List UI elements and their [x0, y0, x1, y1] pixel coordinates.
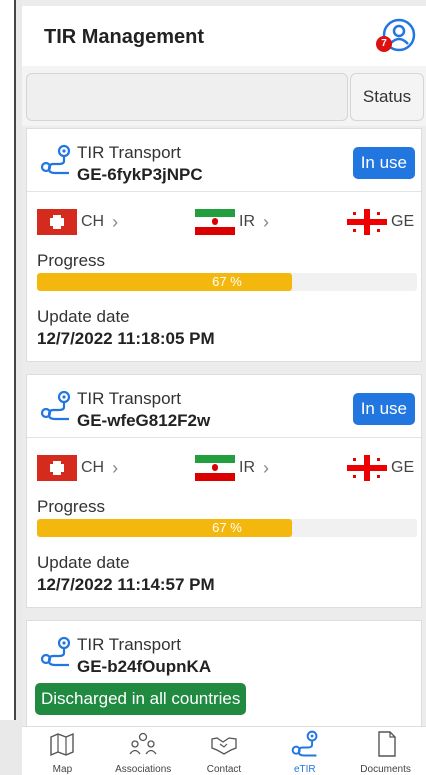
progress-label: Progress — [37, 251, 106, 270]
route-icon — [40, 636, 71, 667]
status-filter-button[interactable]: Status — [350, 73, 424, 121]
georgia-flag-icon — [347, 455, 387, 481]
country-destination: GE — [347, 455, 414, 481]
transport-id: GE-wfeG812F2w — [77, 411, 211, 430]
country-transit: IR › — [195, 455, 269, 481]
status-badge: In use — [352, 147, 415, 179]
progress-label: Progress — [37, 497, 106, 516]
user-avatar-button[interactable]: 7 — [376, 18, 416, 52]
country-code: CH — [81, 459, 105, 476]
route-icon — [40, 144, 71, 175]
iran-flag-icon — [195, 209, 235, 235]
georgia-flag-icon — [347, 209, 387, 235]
transport-card[interactable]: TIR Transport GE-b24fOupnKA Discharged i… — [26, 620, 422, 732]
country-origin: CH › — [37, 455, 118, 481]
card-title: TIR Transport — [77, 143, 181, 162]
nav-label: Associations — [115, 764, 172, 775]
card-title: TIR Transport — [77, 635, 181, 654]
country-code: GE — [391, 213, 415, 230]
divider — [27, 437, 421, 438]
status-badge: Discharged in all countries — [35, 683, 247, 715]
document-icon — [377, 731, 396, 757]
country-code: GE — [391, 459, 415, 476]
country-destination: GE — [347, 209, 414, 235]
background-window-edge — [0, 0, 16, 720]
filter-bar: Status — [22, 66, 426, 126]
country-origin: CH › — [37, 209, 118, 235]
nav-label: Documents — [360, 764, 411, 775]
divider — [27, 191, 421, 192]
nav-item-associations[interactable]: Associations — [103, 727, 184, 775]
nav-item-map[interactable]: Map — [22, 727, 103, 775]
nav-item-documents[interactable]: Documents — [345, 727, 426, 775]
switzerland-flag-icon — [37, 455, 77, 481]
notification-badge: 7 — [376, 36, 392, 52]
chevron-right-icon: › — [263, 211, 269, 232]
card-title: TIR Transport — [77, 389, 181, 408]
handshake-icon — [211, 737, 237, 755]
transport-id: GE-b24fOupnKA — [77, 657, 212, 676]
search-input[interactable] — [26, 73, 348, 121]
country-code: IR — [239, 213, 255, 230]
chevron-right-icon: › — [263, 457, 269, 478]
chevron-right-icon: › — [112, 211, 119, 232]
bottom-navigation: Map Associations Contact eTIR Documents — [22, 726, 426, 775]
update-date-value: 12/7/2022 11:14:57 PM — [37, 575, 215, 594]
update-date-value: 12/7/2022 11:18:05 PM — [37, 329, 215, 348]
nav-label: Contact — [206, 764, 242, 775]
app-window: TIR Management 7 Status TIR Transport GE… — [22, 0, 426, 775]
people-icon — [129, 732, 157, 755]
nav-label: Map — [52, 764, 73, 775]
nav-label: eTIR — [293, 764, 316, 775]
country-code: IR — [239, 459, 255, 476]
transport-card[interactable]: TIR Transport GE-wfeG812F2w In use CH › … — [26, 374, 422, 608]
route-icon — [40, 390, 71, 421]
nav-item-contact[interactable]: Contact — [184, 727, 265, 775]
app-header: TIR Management 7 — [22, 6, 426, 67]
progress-bar: 67 % — [37, 273, 417, 291]
progress-text: 67 % — [212, 274, 242, 289]
transport-card[interactable]: TIR Transport GE-6fykP3jNPC In use CH › … — [26, 128, 422, 362]
update-date-label: Update date — [37, 307, 130, 326]
country-code: CH — [81, 213, 105, 230]
update-date-label: Update date — [37, 553, 130, 572]
status-badge: In use — [352, 393, 415, 425]
iran-flag-icon — [195, 455, 235, 481]
progress-text: 67 % — [212, 520, 242, 535]
transport-id: GE-6fykP3jNPC — [77, 165, 203, 184]
chevron-right-icon: › — [112, 457, 119, 478]
progress-bar: 67 % — [37, 519, 417, 537]
switzerland-flag-icon — [37, 209, 77, 235]
country-transit: IR › — [195, 209, 269, 235]
nav-item-etir[interactable]: eTIR — [264, 727, 345, 775]
map-icon — [50, 732, 75, 757]
route-icon — [291, 730, 318, 757]
page-title: TIR Management — [44, 26, 205, 48]
